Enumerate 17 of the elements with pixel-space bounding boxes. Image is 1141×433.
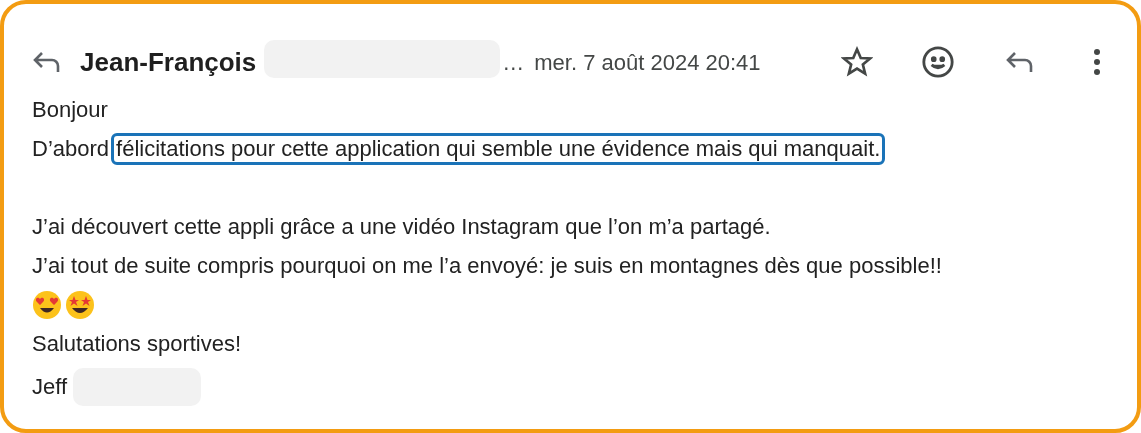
highlighted-text: félicitations pour cette application qui semble une évidence mais qui manquait. — [111, 132, 886, 165]
ellipsis-text: … — [502, 48, 525, 77]
body-text: J’ai tout de suite compris pourquoi on me l’a envoyé: je suis en montagnes dès que possible!! — [32, 252, 942, 279]
reply-icon[interactable] — [1005, 50, 1035, 74]
body-text: D’abord — [32, 135, 110, 162]
body-text: Bonjour — [32, 96, 108, 123]
date-text: mer. 7 août 2024 20:41 — [534, 48, 761, 77]
reply-icon[interactable] — [32, 50, 62, 74]
sender-name: Jean-François — [80, 45, 257, 79]
heart-eyes-face-icon — [32, 289, 62, 320]
body-text: J’ai découvert cette appli grâce a une vidéo Instagram que l’on m’a partagé. — [32, 213, 771, 240]
more-options-icon[interactable] — [1093, 48, 1101, 76]
signature-text: Jeff — [32, 374, 68, 400]
star-eyes-face-icon — [65, 289, 95, 320]
body-text: Salutations sportives! — [32, 330, 242, 357]
smiley-icon[interactable] — [921, 45, 955, 79]
star-icon[interactable] — [841, 46, 873, 78]
